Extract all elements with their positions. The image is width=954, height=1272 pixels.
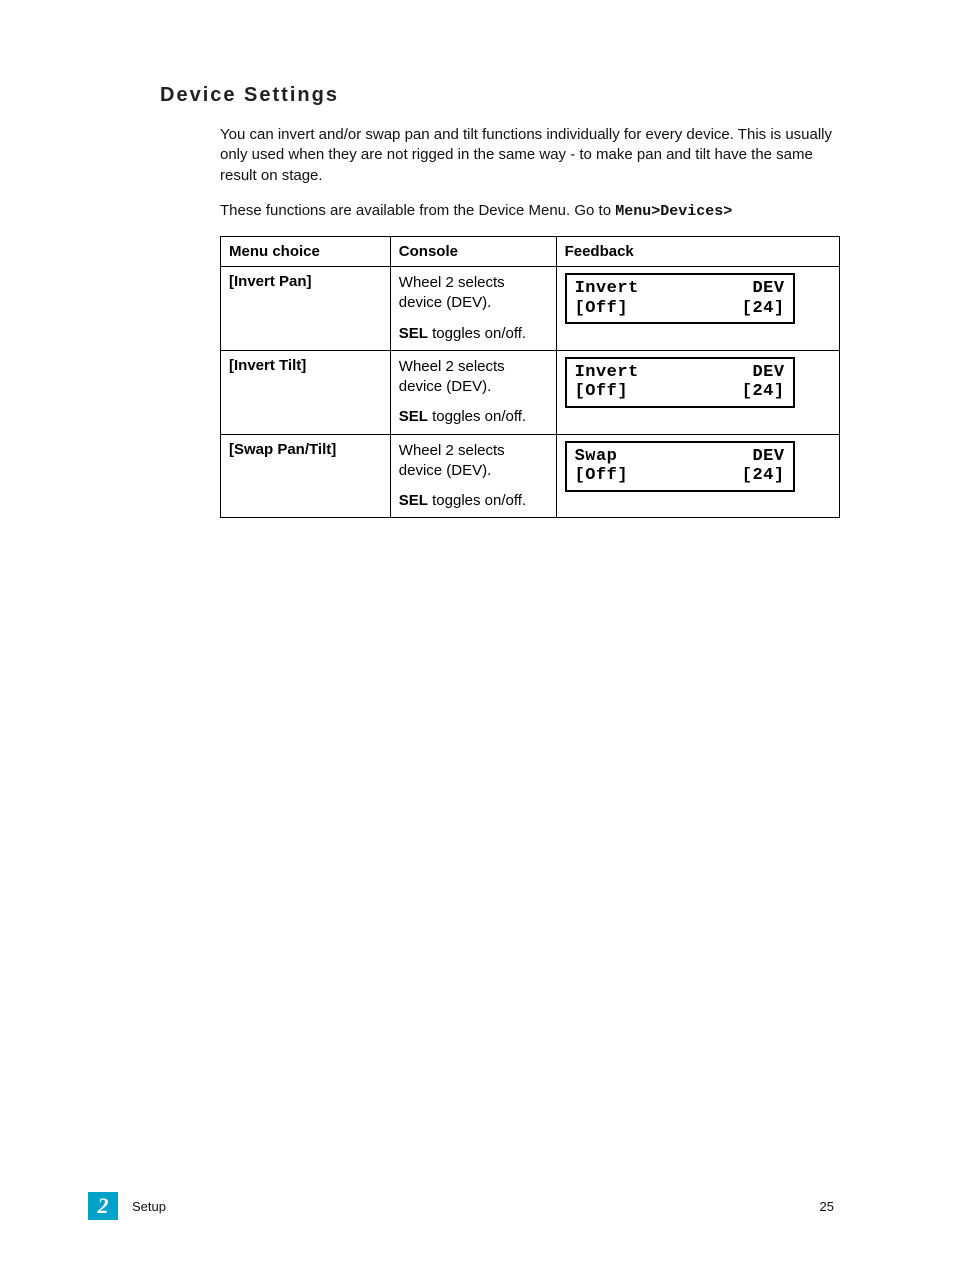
nav-prefix: These functions are available from the D… [220,202,615,219]
section-heading: Device Settings [160,84,834,107]
lcd-display: Invert DEV [Off] [24] [565,273,795,324]
feedback-cell: Invert DEV [Off] [24] [556,267,839,351]
table-header-row: Menu choice Console Feedback [221,237,840,267]
console-tail: toggles on/off. [428,408,526,425]
console-line1: Wheel 2 selects device (DEV). [399,441,548,482]
table-row: [Invert Pan] Wheel 2 selects device (DEV… [221,267,840,351]
console-cell: Wheel 2 selects device (DEV). SEL toggle… [390,350,556,434]
console-line2: SEL toggles on/off. [399,407,548,427]
lcd-line1-left: Invert [575,279,639,299]
lcd-line1-right: DEV [752,447,784,467]
feedback-cell: Invert DEV [Off] [24] [556,350,839,434]
nav-instruction: These functions are available from the D… [220,201,834,222]
menu-choice-cell: [Swap Pan/Tilt] [221,434,391,518]
header-menu-choice: Menu choice [221,237,391,267]
console-line1: Wheel 2 selects device (DEV). [399,273,548,314]
page-footer: 2 Setup 25 [88,1192,834,1220]
lcd-line2-left: [Off] [575,382,629,402]
console-cell: Wheel 2 selects device (DEV). SEL toggle… [390,267,556,351]
table-row: [Swap Pan/Tilt] Wheel 2 selects device (… [221,434,840,518]
sel-label: SEL [399,408,428,425]
footer-section-name: Setup [132,1199,166,1214]
footer-left: 2 Setup [88,1192,166,1220]
menu-choice-cell: [Invert Tilt] [221,350,391,434]
sel-label: SEL [399,325,428,342]
sel-label: SEL [399,492,428,509]
menu-choice-cell: [Invert Pan] [221,267,391,351]
console-tail: toggles on/off. [428,492,526,509]
lcd-line1-right: DEV [752,363,784,383]
lcd-line2-left: [Off] [575,299,629,319]
console-line1: Wheel 2 selects device (DEV). [399,357,548,398]
table-row: [Invert Tilt] Wheel 2 selects device (DE… [221,350,840,434]
lcd-line1-left: Invert [575,363,639,383]
console-line2: SEL toggles on/off. [399,324,548,344]
header-console: Console [390,237,556,267]
header-feedback: Feedback [556,237,839,267]
lcd-line2-left: [Off] [575,466,629,486]
nav-path: Menu>Devices> [615,203,732,220]
lcd-line2-right: [24] [742,466,785,486]
lcd-line1-right: DEV [752,279,784,299]
page-number: 25 [820,1199,834,1214]
feedback-cell: Swap DEV [Off] [24] [556,434,839,518]
device-settings-table: Menu choice Console Feedback [Invert Pan… [220,236,840,518]
lcd-line2-right: [24] [742,299,785,319]
page-content: Device Settings You can invert and/or sw… [0,0,954,518]
intro-paragraph: You can invert and/or swap pan and tilt … [220,125,834,186]
console-cell: Wheel 2 selects device (DEV). SEL toggle… [390,434,556,518]
lcd-line1-left: Swap [575,447,618,467]
lcd-display: Invert DEV [Off] [24] [565,357,795,408]
lcd-display: Swap DEV [Off] [24] [565,441,795,492]
console-tail: toggles on/off. [428,325,526,342]
lcd-line2-right: [24] [742,382,785,402]
console-line2: SEL toggles on/off. [399,491,548,511]
chapter-badge: 2 [88,1192,118,1220]
